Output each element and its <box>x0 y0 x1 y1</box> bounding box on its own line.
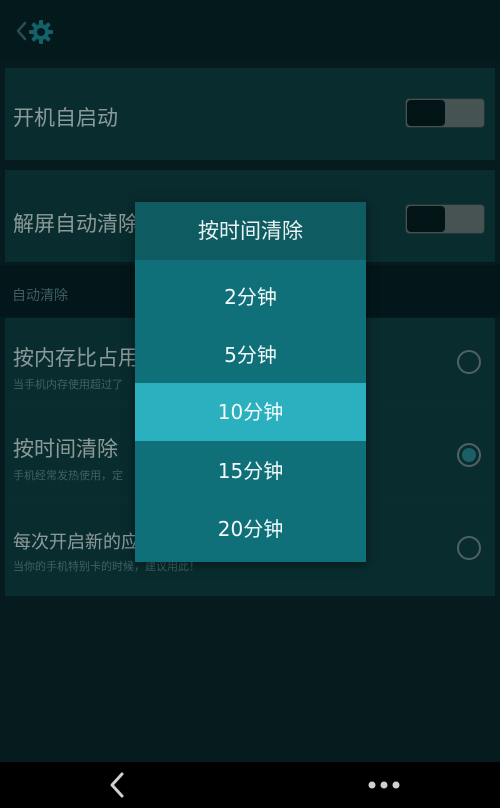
dialog-option-2min[interactable]: 2分钟 <box>135 268 366 326</box>
dialog-option-15min[interactable]: 15分钟 <box>135 442 366 500</box>
dialog-title: 按时间清除 <box>135 202 366 260</box>
chevron-left-icon[interactable] <box>106 771 128 799</box>
dialog-option-20min[interactable]: 20分钟 <box>135 500 366 558</box>
time-clean-dialog: 按时间清除 2分钟 5分钟 10分钟 15分钟 20分钟 <box>135 202 366 562</box>
system-nav-bar <box>0 762 500 808</box>
more-horizontal-icon[interactable] <box>366 776 402 794</box>
dialog-option-10min[interactable]: 10分钟 <box>135 383 366 441</box>
dialog-option-5min[interactable]: 5分钟 <box>135 326 366 384</box>
screen: 开机自启动 解屏自动清除 自动清除 按内存比占用 当手机内存使用超过了 按时间清… <box>0 0 500 808</box>
